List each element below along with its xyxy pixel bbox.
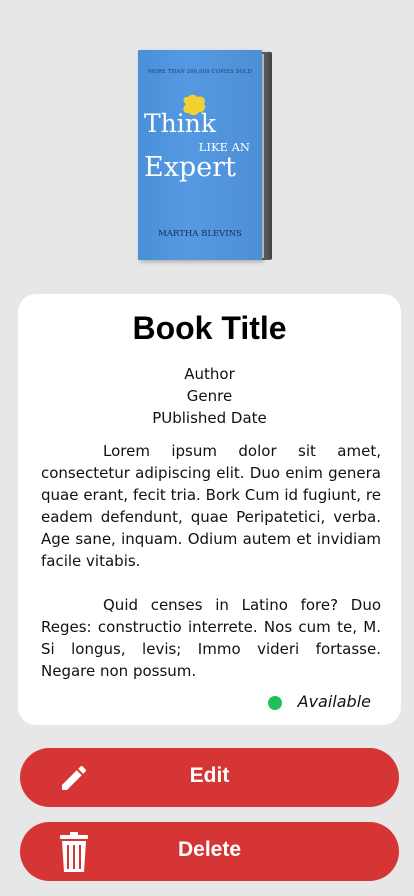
cover-title: Think LIKE AN Expert — [144, 110, 262, 183]
availability-status: Available — [267, 692, 371, 711]
delete-button[interactable]: Delete — [20, 822, 399, 881]
status-dot-icon — [267, 696, 282, 710]
edit-button-label: Edit — [189, 764, 230, 787]
book-author: Author — [184, 365, 235, 383]
book-details-card: Book Title Author Genre PUblished Date L… — [18, 294, 401, 725]
book-cover-image: MORE THAN 200,000 COPIES SOLD Think LIKE… — [138, 50, 274, 262]
delete-button-label: Delete — [177, 838, 242, 861]
book-description: Lorem ipsum dolor sit amet, consectetur … — [41, 440, 381, 682]
cover-title-line3: Expert — [144, 152, 236, 183]
edit-button[interactable]: Edit — [20, 748, 399, 807]
book-genre: Genre — [186, 387, 233, 405]
book-published-date: PUblished Date — [152, 409, 267, 427]
description-paragraph: Quid censes in Latino fore? Duo Reges: c… — [41, 596, 381, 680]
cover-title-line1: Think — [144, 109, 217, 138]
book-title: Book Title — [132, 310, 287, 346]
book-cover-front: MORE THAN 200,000 COPIES SOLD Think LIKE… — [138, 50, 262, 260]
cover-author: MARTHA BLEVINS — [158, 229, 242, 239]
status-label: Available — [297, 692, 371, 711]
cover-tagline: MORE THAN 200,000 COPIES SOLD — [148, 69, 252, 75]
description-paragraph: Lorem ipsum dolor sit amet, consectetur … — [41, 442, 381, 570]
